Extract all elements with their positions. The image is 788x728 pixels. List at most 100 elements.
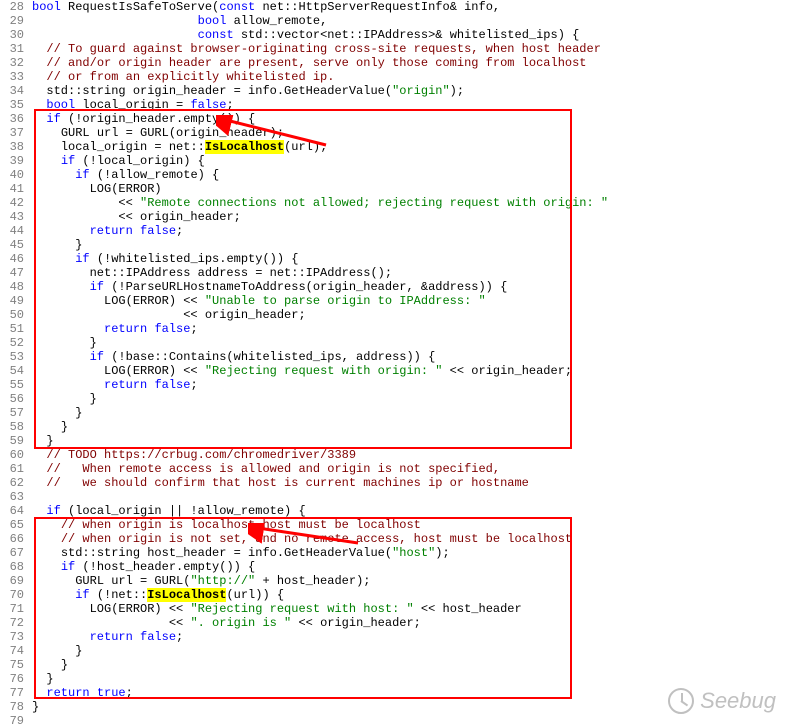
line-number: 66 [0, 532, 28, 546]
code-line: local_origin = net::IsLocalhost(url); [32, 140, 788, 154]
code-line: const std::vector<net::IPAddress>& white… [32, 28, 788, 42]
code-line: if (!local_origin) { [32, 154, 788, 168]
line-number: 34 [0, 84, 28, 98]
code-line: if (!host_header.empty()) { [32, 560, 788, 574]
code-line [32, 714, 788, 728]
code-line: // we should confirm that host is curren… [32, 476, 788, 490]
line-number: 61 [0, 462, 28, 476]
line-number: 68 [0, 560, 28, 574]
line-number: 33 [0, 70, 28, 84]
code-line: std::string host_header = info.GetHeader… [32, 546, 788, 560]
line-number: 59 [0, 434, 28, 448]
line-number: 77 [0, 686, 28, 700]
line-number: 31 [0, 42, 28, 56]
code-line: } [32, 434, 788, 448]
line-number: 58 [0, 420, 28, 434]
code-line: LOG(ERROR) << "Rejecting request with ho… [32, 602, 788, 616]
watermark-text: Seebug [700, 694, 776, 708]
watermark-clock-icon [668, 688, 694, 714]
code-line: bool local_origin = false; [32, 98, 788, 112]
code-line: // or from an explicitly whitelisted ip. [32, 70, 788, 84]
code-line: if (!allow_remote) { [32, 168, 788, 182]
line-number: 47 [0, 266, 28, 280]
line-number: 60 [0, 448, 28, 462]
line-number: 42 [0, 196, 28, 210]
line-number: 79 [0, 714, 28, 728]
line-number: 70 [0, 588, 28, 602]
line-number: 44 [0, 224, 28, 238]
code-line: if (!whitelisted_ips.empty()) { [32, 252, 788, 266]
line-number: 75 [0, 658, 28, 672]
line-number: 40 [0, 168, 28, 182]
code-line: // To guard against browser-originating … [32, 42, 788, 56]
line-number: 65 [0, 518, 28, 532]
line-number: 43 [0, 210, 28, 224]
line-number: 48 [0, 280, 28, 294]
line-number: 35 [0, 98, 28, 112]
code-content: bool RequestIsSafeToServe(const net::Htt… [32, 0, 788, 728]
line-number: 55 [0, 378, 28, 392]
watermark: Seebug [668, 688, 776, 714]
code-line: << origin_header; [32, 210, 788, 224]
line-number: 54 [0, 364, 28, 378]
line-number: 76 [0, 672, 28, 686]
line-number: 30 [0, 28, 28, 42]
line-number: 78 [0, 700, 28, 714]
code-line: } [32, 644, 788, 658]
line-number: 62 [0, 476, 28, 490]
code-line: return false; [32, 322, 788, 336]
line-number: 51 [0, 322, 28, 336]
line-number: 64 [0, 504, 28, 518]
code-line: } [32, 238, 788, 252]
line-number: 57 [0, 406, 28, 420]
code-line: } [32, 336, 788, 350]
code-line: } [32, 658, 788, 672]
line-number: 56 [0, 392, 28, 406]
code-line: LOG(ERROR) << "Rejecting request with or… [32, 364, 788, 378]
code-line: << origin_header; [32, 308, 788, 322]
line-number: 45 [0, 238, 28, 252]
code-line: return false; [32, 378, 788, 392]
line-number: 32 [0, 56, 28, 70]
code-line: bool RequestIsSafeToServe(const net::Htt… [32, 0, 788, 14]
code-line: if (!net::IsLocalhost(url)) { [32, 588, 788, 602]
line-number: 69 [0, 574, 28, 588]
code-line: LOG(ERROR) << "Unable to parse origin to… [32, 294, 788, 308]
code-line: if (local_origin || !allow_remote) { [32, 504, 788, 518]
code-line: if (!ParseURLHostnameToAddress(origin_he… [32, 280, 788, 294]
line-number: 72 [0, 616, 28, 630]
code-line: std::string origin_header = info.GetHead… [32, 84, 788, 98]
code-line: // and/or origin header are present, ser… [32, 56, 788, 70]
code-line: GURL url = GURL("http://" + host_header)… [32, 574, 788, 588]
line-number: 28 [0, 0, 28, 14]
line-number: 53 [0, 350, 28, 364]
line-number: 46 [0, 252, 28, 266]
line-number: 73 [0, 630, 28, 644]
code-line: LOG(ERROR) [32, 182, 788, 196]
code-line: } [32, 420, 788, 434]
code-line: << "Remote connections not allowed; reje… [32, 196, 788, 210]
line-number: 67 [0, 546, 28, 560]
code-line: // TODO https://crbug.com/chromedriver/3… [32, 448, 788, 462]
code-line: << ". origin is " << origin_header; [32, 616, 788, 630]
line-number: 74 [0, 644, 28, 658]
line-number: 71 [0, 602, 28, 616]
code-line: } [32, 406, 788, 420]
code-line: // When remote access is allowed and ori… [32, 462, 788, 476]
line-number: 37 [0, 126, 28, 140]
code-line: } [32, 672, 788, 686]
code-line: if (!origin_header.empty()) { [32, 112, 788, 126]
code-line: net::IPAddress address = net::IPAddress(… [32, 266, 788, 280]
line-number: 29 [0, 14, 28, 28]
line-number: 63 [0, 490, 28, 504]
code-line: return false; [32, 224, 788, 238]
code-line: // when origin is not set, and no remote… [32, 532, 788, 546]
line-number: 50 [0, 308, 28, 322]
line-number-gutter: 2829303132333435363738394041424344454647… [0, 0, 28, 728]
line-number: 38 [0, 140, 28, 154]
code-line: // when origin is localhost host must be… [32, 518, 788, 532]
code-line: return false; [32, 630, 788, 644]
code-line: bool allow_remote, [32, 14, 788, 28]
code-line: if (!base::Contains(whitelisted_ips, add… [32, 350, 788, 364]
line-number: 41 [0, 182, 28, 196]
